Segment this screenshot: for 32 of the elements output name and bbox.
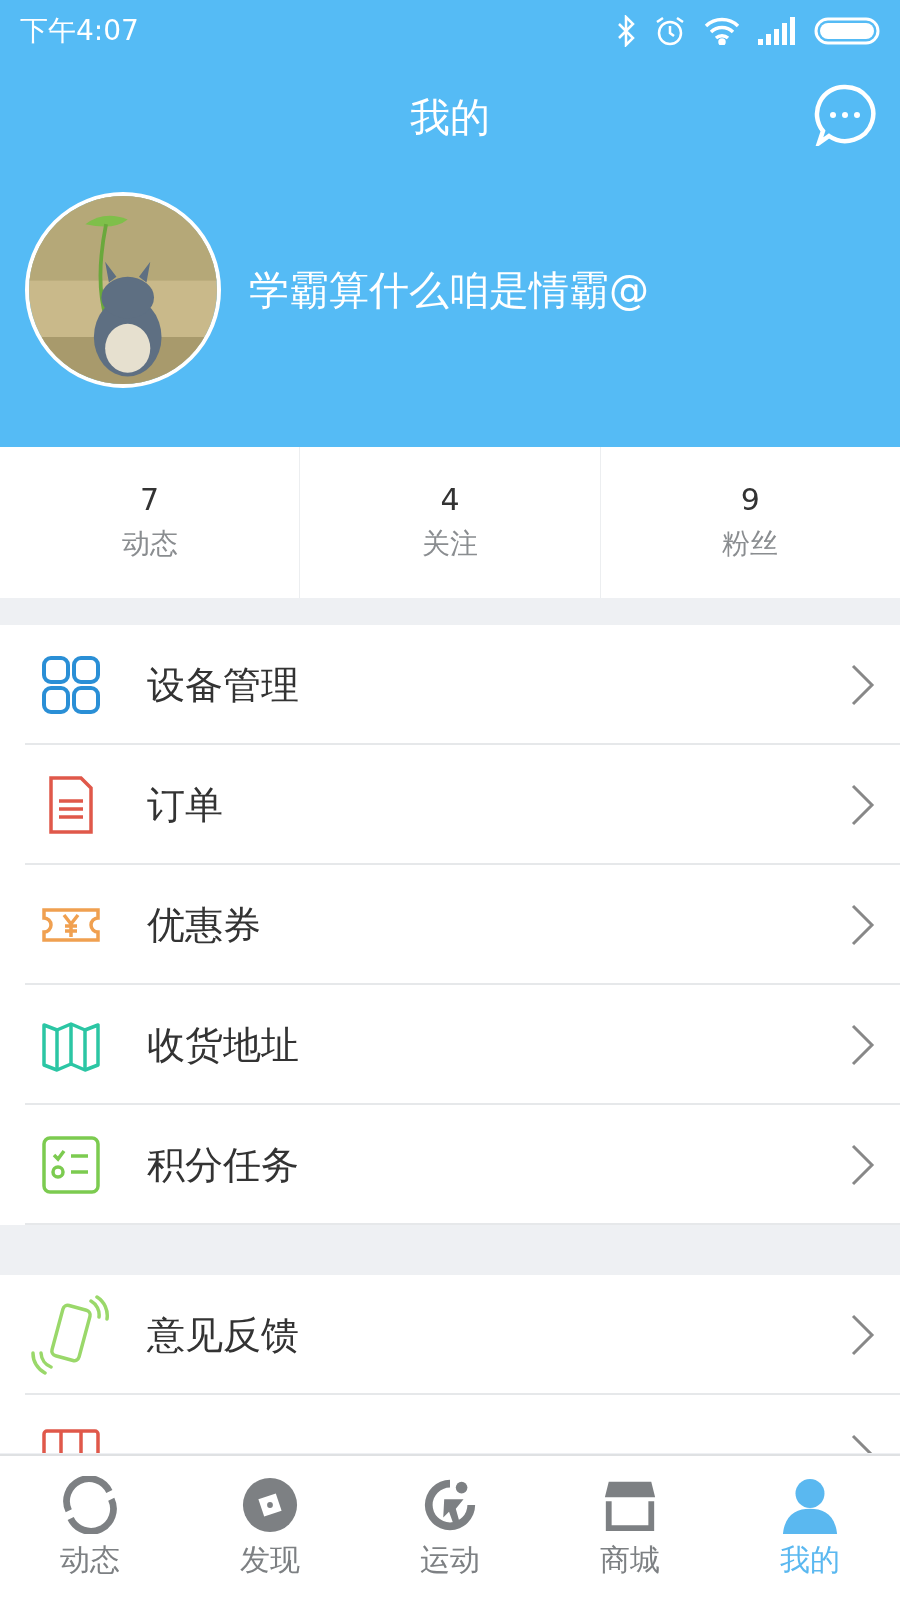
menu-item[interactable]: 设备管理 — [0, 625, 900, 745]
signal-icon — [758, 17, 796, 45]
tab-item[interactable]: 动态 — [0, 1456, 180, 1600]
battery-icon — [814, 17, 880, 45]
menu-item[interactable]: 积分任务 — [0, 1105, 900, 1225]
status-time: 下午4:07 — [20, 13, 139, 49]
stat-button[interactable]: 4 关注 — [300, 447, 601, 598]
chevron-icon — [850, 1313, 876, 1357]
wifi-icon — [704, 17, 740, 45]
chevron-icon — [850, 663, 876, 707]
vibrating-phone-icon — [31, 1295, 111, 1375]
chevron-icon — [850, 1143, 876, 1187]
stat-button[interactable]: 7 动态 — [0, 447, 301, 598]
ring-icon — [61, 1475, 119, 1534]
menu-item[interactable]: 优惠券 — [0, 865, 900, 985]
user-name: 学霸算什么咱是情霸@ — [249, 265, 649, 315]
compass-icon — [241, 1475, 299, 1534]
bluetooth-icon — [616, 15, 636, 47]
grid-icon — [41, 655, 101, 715]
tab-item[interactable]: 商城 — [540, 1456, 720, 1600]
checklist-icon — [41, 1135, 101, 1195]
menu-item[interactable]: 订单 — [0, 745, 900, 865]
tab-item[interactable]: 运动 — [360, 1456, 540, 1600]
menu-item[interactable]: 收货地址 — [0, 985, 900, 1105]
chat-icon[interactable] — [814, 84, 876, 146]
alarm-icon — [654, 15, 686, 47]
page-title: 我的 — [410, 92, 490, 142]
chevron-icon — [850, 783, 876, 827]
tab-item[interactable]: 发现 — [180, 1456, 360, 1600]
stat-button[interactable]: 9 粉丝 — [600, 447, 900, 598]
chevron-icon — [850, 1023, 876, 1067]
chevron-icon — [850, 903, 876, 947]
